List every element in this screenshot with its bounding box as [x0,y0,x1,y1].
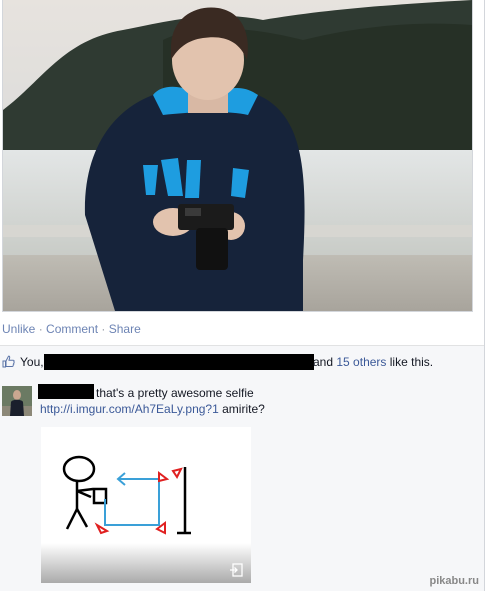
comment-text: that's a pretty awesome selfie [96,386,254,400]
comment-link[interactable]: http://i.imgur.com/Ah7EaLy.png?1 [40,402,219,416]
likes-bar: You, and 15 others like this. [0,345,484,379]
others-link[interactable]: 15 others [336,355,386,369]
watermark: pikabu.ru [429,575,479,587]
open-external-icon[interactable] [229,563,243,577]
likes-you[interactable]: You, [20,355,44,369]
avatar[interactable] [2,386,32,416]
comment-link[interactable]: Comment [46,322,98,336]
likes-and: and [313,355,334,369]
likes-suffix: like this. [389,355,434,369]
thumbs-up-icon [2,355,15,368]
separator: · [35,322,47,336]
likes-tail: and 15 others like this. [313,355,433,369]
avatar-image [2,386,32,416]
comment-suffix: amirite? [222,402,265,416]
preview-gradient [41,543,251,583]
redacted-names [44,354,314,370]
post-actions: Unlike · Comment · Share [2,322,141,336]
separator: · [98,322,109,336]
share-link[interactable]: Share [109,322,141,336]
comment-line-2: http://i.imgur.com/Ah7EaLy.png?1 amirite… [40,402,265,416]
redacted-commenter-name[interactable] [38,384,94,399]
photo-image [3,0,472,311]
link-preview[interactable] [41,427,251,583]
post-photo[interactable] [2,0,473,312]
unlike-link[interactable]: Unlike [2,322,35,336]
